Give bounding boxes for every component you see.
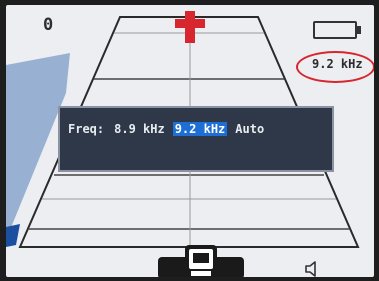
speaker-icon[interactable] (304, 260, 322, 277)
frequency-dialog[interactable]: Freq: 8.9 kHz 9.2 kHz Auto (58, 106, 334, 172)
signal-bar-dark (6, 224, 20, 247)
detector-device-icon (158, 245, 244, 277)
frequency-option-row: Freq: 8.9 kHz 9.2 kHz Auto (68, 120, 272, 137)
freq-label: Freq: (68, 121, 105, 136)
display-area: 0 9.2 kHz Freq: 8.9 kHz 9.2 kHz Auto (6, 5, 374, 277)
frequency-readout: 9.2 kHz (312, 57, 363, 71)
freq-option-auto[interactable]: Auto (233, 122, 266, 136)
device-screen: 0 9.2 kHz Freq: 8.9 kHz 9.2 kHz Auto (0, 0, 379, 281)
battery-icon (313, 21, 361, 39)
freq-option-9-2[interactable]: 9.2 kHz (172, 121, 228, 136)
freq-option-8-9[interactable]: 8.9 kHz (112, 122, 167, 136)
counter-value: 0 (43, 15, 54, 35)
crosshair-icon (175, 11, 205, 43)
